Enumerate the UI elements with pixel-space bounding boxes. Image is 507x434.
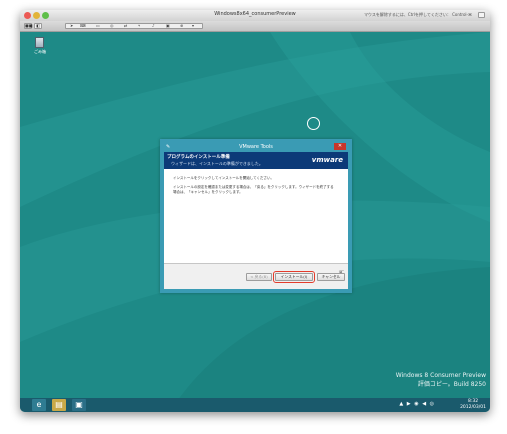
body-instruction: インストールをクリックしてインストールを開始してください。 xyxy=(173,176,275,180)
pause-button[interactable]: ■■ xyxy=(24,23,33,29)
folder-icon: ▤ xyxy=(55,400,63,409)
body-info-line2: 場合は、「キャンセル」をクリックします。 xyxy=(173,190,243,194)
recycle-bin-desktop-icon[interactable]: ごみ箱 xyxy=(33,35,47,55)
taskbar-clock[interactable]: 8:32 2012/03/01 xyxy=(460,399,486,410)
dialog-titlebar[interactable]: ✎ VMware Tools ✕ xyxy=(164,143,348,152)
setup-icon: ▣ xyxy=(75,400,83,409)
pointer-icon[interactable]: ➤ xyxy=(70,24,73,28)
vmware-logo: vmware xyxy=(311,156,343,164)
recycle-bin-icon xyxy=(35,37,44,48)
taskbar-vmware-tools-setup[interactable]: ▣ xyxy=(72,399,86,411)
install-button[interactable]: インストール(I) xyxy=(273,271,315,283)
cd-icon[interactable]: ◎ xyxy=(110,24,114,28)
taskbar: e ▤ ▣ ▲ ▶ ◉ ◀ ◎ 8:32 2012/03/01 xyxy=(20,398,490,412)
vm-toolbar: ■■ ◧ ➤ ⌨ ▭ ◎ ⇄ ⑂ ♪ ▣ ⊕ ▾ xyxy=(20,21,490,32)
watermark-build: 評価コピー。Build 8250 xyxy=(417,381,486,388)
device-toolbar-group: ➤ ⌨ ▭ ◎ ⇄ ⑂ ♪ ▣ ⊕ ▾ xyxy=(65,23,203,29)
dialog-header-banner: プログラムのインストール準備 ウィザードは、インストールの準備ができました。 v… xyxy=(164,152,348,169)
dialog-close-button[interactable]: ✕ xyxy=(334,143,346,150)
snapshot-button[interactable]: ◧ xyxy=(34,23,42,29)
usb-icon[interactable]: ⑂ xyxy=(138,24,140,28)
system-tray-icons[interactable]: ▲ ▶ ◉ ◀ ◎ xyxy=(399,401,435,407)
mac-titlebar[interactable]: Windows8x64_consumerPreview マウスを解除するには、C… xyxy=(20,10,490,21)
network-icon[interactable]: ⇄ xyxy=(124,24,127,28)
loading-ring-cursor xyxy=(307,117,320,130)
vmware-tools-installer-dialog: ✎ VMware Tools ✕ プログラムのインストール準備 ウィザードは、イ… xyxy=(160,139,352,293)
bluetooth-icon[interactable]: ⊕ xyxy=(180,24,183,28)
header-heading: プログラムのインストール準備 xyxy=(167,155,230,160)
dialog-title: VMware Tools xyxy=(239,144,273,150)
hdd-icon[interactable]: ▭ xyxy=(96,24,100,28)
taskbar-internet-explorer[interactable]: e xyxy=(32,399,46,411)
camera-icon[interactable]: ▣ xyxy=(166,24,170,28)
sound-icon[interactable]: ♪ xyxy=(152,24,155,28)
recycle-bin-label: ごみ箱 xyxy=(34,49,46,54)
mouse-release-tip: マウスを解除するには、Ctrlを押してください： Control-⌘ xyxy=(363,12,472,17)
taskbar-file-explorer[interactable]: ▤ xyxy=(52,399,66,411)
internet-explorer-icon: e xyxy=(36,400,42,409)
fullscreen-button[interactable] xyxy=(478,12,485,18)
clock-date: 2012/03/01 xyxy=(460,404,486,410)
back-button[interactable]: < 戻る(B) xyxy=(246,273,272,281)
keyboard-icon[interactable]: ⌨ xyxy=(80,24,86,28)
watermark-edition: Windows 8 Consumer Preview xyxy=(395,372,486,379)
dialog-body: インストールをクリックしてインストールを開始してください。 インストールの設定を… xyxy=(164,169,348,277)
header-subheading: ウィザードは、インストールの準備ができました。 xyxy=(171,161,263,166)
cancel-button[interactable]: キャンセル xyxy=(317,273,345,281)
windows-desktop: ごみ箱 ✎ VMware Tools ✕ プログラムのインストール準備 ウィザー… xyxy=(20,32,490,412)
mac-vm-window: Windows8x64_consumerPreview マウスを解除するには、C… xyxy=(20,10,490,412)
settings-menu-icon[interactable]: ▾ xyxy=(192,24,194,28)
